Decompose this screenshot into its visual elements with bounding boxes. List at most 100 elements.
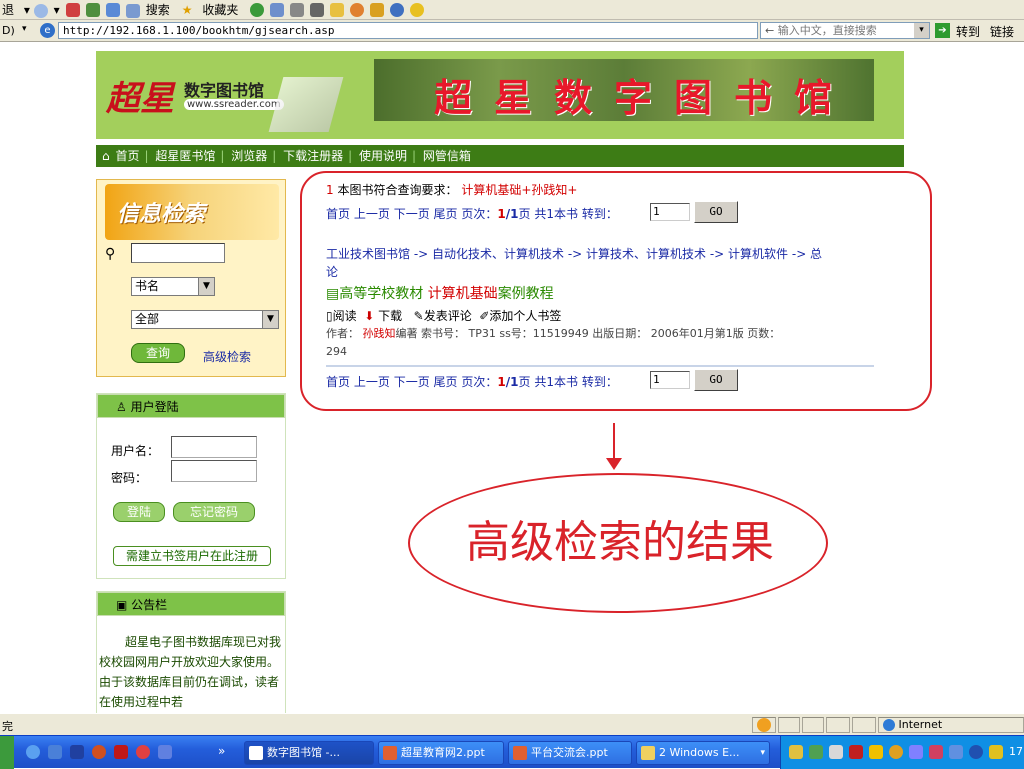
network-icon[interactable] bbox=[909, 745, 923, 759]
messenger-icon[interactable] bbox=[350, 2, 365, 17]
book-title[interactable]: ▤高等学校教材 计算机基础案例教程 bbox=[326, 283, 554, 303]
ppt-icon bbox=[383, 746, 397, 760]
mail-icon[interactable] bbox=[270, 2, 285, 17]
tray-icon[interactable] bbox=[809, 745, 823, 759]
app-quicklaunch-icon[interactable] bbox=[114, 745, 128, 759]
pager-go-button[interactable]: GO bbox=[694, 201, 738, 223]
author-name[interactable]: 孙践知 bbox=[363, 327, 396, 340]
advanced-search-link[interactable]: 高级检索 bbox=[203, 348, 251, 365]
clock[interactable]: 17: bbox=[1009, 745, 1024, 758]
nav-help[interactable]: 使用说明 bbox=[359, 149, 407, 163]
tray-icon[interactable] bbox=[889, 745, 903, 759]
favorites-button[interactable]: ★ 收藏夹 bbox=[182, 1, 245, 18]
nav-download[interactable]: 下载注册器 bbox=[283, 149, 343, 163]
nav-browser[interactable]: 浏览器 bbox=[231, 149, 267, 163]
keyword-input[interactable] bbox=[131, 243, 225, 263]
pager-goto-input[interactable]: 1 bbox=[650, 371, 690, 389]
smiley-icon[interactable] bbox=[410, 2, 425, 17]
pager-first[interactable]: 首页 bbox=[326, 207, 350, 221]
taskbar-button[interactable]: 平台交流会.ppt bbox=[508, 741, 632, 765]
tray-icon[interactable] bbox=[989, 745, 1003, 759]
explorer-quicklaunch-icon[interactable] bbox=[48, 745, 62, 759]
home-icon[interactable] bbox=[105, 2, 120, 17]
ie-window-icon bbox=[249, 746, 263, 760]
back-button[interactable]: 退 ▾ ▾ bbox=[2, 1, 60, 18]
login-button[interactable]: 登陆 bbox=[113, 502, 165, 522]
start-button[interactable] bbox=[0, 736, 14, 769]
pager-go-button[interactable]: GO bbox=[694, 369, 738, 391]
scope-select[interactable]: 全部 ▼ bbox=[131, 310, 279, 329]
nav-home[interactable]: 首页 bbox=[115, 149, 139, 163]
taskbar-button-label: 超星教育网2.ppt bbox=[401, 746, 485, 759]
password-input[interactable] bbox=[171, 460, 257, 482]
magnifier-icon: ⚲ bbox=[105, 246, 116, 262]
pager-page-unit: 页 bbox=[518, 207, 531, 221]
tray-icon[interactable] bbox=[949, 745, 963, 759]
query-button[interactable]: 查询 bbox=[131, 343, 185, 363]
pager-first[interactable]: 首页 bbox=[326, 375, 350, 389]
pager-next[interactable]: 下一页 bbox=[394, 375, 430, 389]
media-icon[interactable] bbox=[390, 2, 405, 17]
taskbar-button[interactable]: 数字图书馆 -... bbox=[244, 741, 374, 765]
tray-icon[interactable] bbox=[929, 745, 943, 759]
folder-icon[interactable] bbox=[330, 2, 345, 17]
status-panel bbox=[752, 717, 776, 733]
status-panel bbox=[826, 717, 850, 733]
quicklaunch-more[interactable]: » bbox=[218, 744, 225, 758]
edit-icon[interactable] bbox=[310, 2, 325, 17]
star-icon: ★ bbox=[181, 3, 193, 17]
category-breadcrumb-end[interactable]: 论 bbox=[326, 263, 338, 280]
taskbar-button-label: 2 Windows E... bbox=[659, 746, 740, 759]
category-breadcrumb[interactable]: 工业技术图书馆 -> 自动化技术、计算机技术 -> 计算技术、计算机技术 -> … bbox=[326, 245, 822, 262]
go-button[interactable]: 转到 bbox=[956, 23, 980, 40]
pager-next[interactable]: 下一页 bbox=[394, 207, 430, 221]
notice-panel: ▣ 公告栏 超星电子图书数据库现已对我校校园网用户开放欢迎大家使用。由于该数据库… bbox=[96, 591, 286, 713]
links-label[interactable]: 链接 bbox=[990, 23, 1014, 40]
stop-icon[interactable] bbox=[65, 2, 80, 17]
print-icon[interactable] bbox=[290, 2, 305, 17]
search-dropdown-icon[interactable]: ▾ bbox=[914, 23, 929, 38]
shield-quicklaunch-icon[interactable] bbox=[70, 745, 84, 759]
status-panel bbox=[802, 717, 824, 733]
download-link[interactable]: ⬇ 下载 bbox=[364, 309, 402, 323]
url-field[interactable]: http://192.168.1.100/bookhtm/gjsearch.as… bbox=[58, 22, 758, 39]
media-quicklaunch-icon[interactable] bbox=[92, 745, 106, 759]
annotation-arrowhead bbox=[606, 458, 622, 470]
nav-library[interactable]: 超星匿书馆 bbox=[155, 149, 215, 163]
field-select[interactable]: 书名 ▼ bbox=[131, 277, 215, 296]
history-icon[interactable] bbox=[250, 2, 265, 17]
ie-quicklaunch-icon[interactable] bbox=[26, 745, 40, 759]
refresh-icon[interactable] bbox=[85, 2, 100, 17]
firefox-quicklaunch-icon[interactable] bbox=[136, 745, 150, 759]
warning-icon[interactable] bbox=[370, 2, 385, 17]
forgot-password-button[interactable]: 忘记密码 bbox=[173, 502, 255, 522]
search-button[interactable]: 搜索 bbox=[125, 1, 176, 18]
tray-icon[interactable] bbox=[829, 745, 843, 759]
result-count-text: 本图书符合查询要求： bbox=[337, 183, 458, 197]
search-box[interactable]: ← 输入中文，直接搜索 ▾ bbox=[760, 22, 930, 39]
pager-prev[interactable]: 上一页 bbox=[354, 207, 390, 221]
comment-link[interactable]: ✎发表评论 bbox=[414, 309, 472, 323]
pager-prev[interactable]: 上一页 bbox=[354, 375, 390, 389]
nav-mailbox[interactable]: 网管信箱 bbox=[423, 149, 471, 163]
username-input[interactable] bbox=[171, 436, 257, 458]
pager-goto-input[interactable]: 1 bbox=[650, 203, 690, 221]
address-dropdown-icon[interactable]: ▾ bbox=[22, 24, 27, 34]
register-button[interactable]: 需建立书签用户在此注册 bbox=[113, 546, 271, 566]
pager-last[interactable]: 尾页 bbox=[434, 207, 458, 221]
taskbar-button[interactable]: 超星教育网2.ppt bbox=[378, 741, 504, 765]
tray-icon[interactable] bbox=[969, 745, 983, 759]
bookmark-link[interactable]: ✐添加个人书签 bbox=[479, 309, 561, 323]
ime-icon[interactable] bbox=[849, 745, 863, 759]
book-title-highlight: 计算机基础 bbox=[427, 286, 498, 302]
go-arrow-icon[interactable]: ➔ bbox=[935, 23, 950, 38]
tray-icon[interactable] bbox=[869, 745, 883, 759]
pager-last[interactable]: 尾页 bbox=[434, 375, 458, 389]
book-pages: 294 bbox=[326, 345, 347, 358]
arrow-quicklaunch-icon[interactable] bbox=[158, 745, 172, 759]
tray-icon[interactable] bbox=[789, 745, 803, 759]
read-link[interactable]: ▯阅读 bbox=[326, 309, 357, 323]
site-logo[interactable]: 超星 数字图书馆 www.ssreader.com bbox=[106, 71, 344, 132]
banner-photo: 超星数字图书馆 bbox=[374, 59, 874, 121]
taskbar-button[interactable]: 2 Windows E... ▾ bbox=[636, 741, 770, 765]
